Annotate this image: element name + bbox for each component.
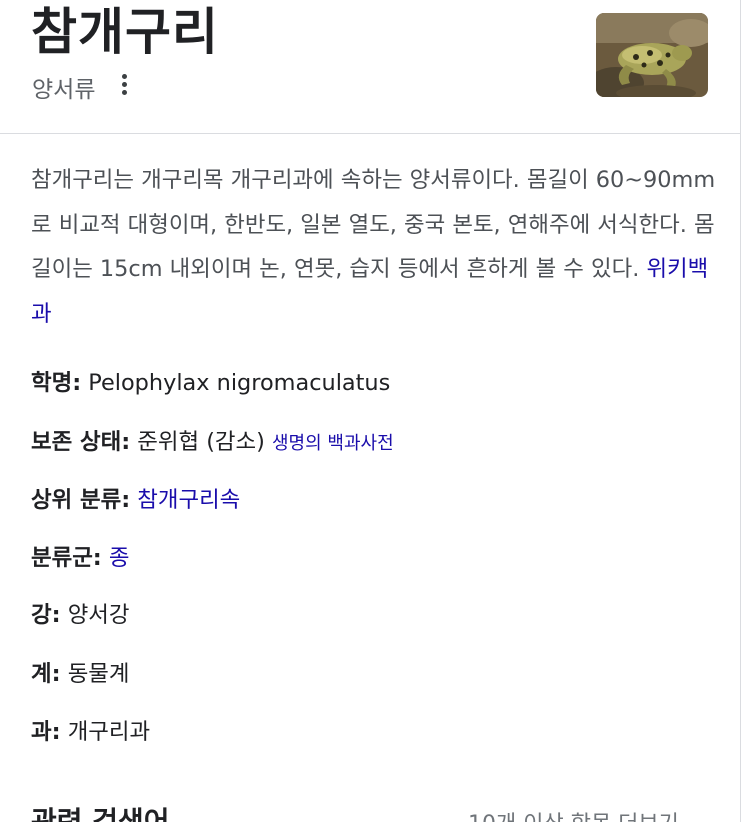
more-vert-icon-dot	[122, 82, 127, 87]
entity-description: 참개구리는 개구리목 개구리과에 속하는 양서류이다. 몸길이 60~90mm로…	[31, 158, 721, 336]
frog-image	[596, 13, 708, 97]
conservation-source-link[interactable]: 생명의 백과사전	[272, 433, 394, 454]
fact-value: 동물계	[67, 661, 130, 687]
fact-conservation-status: 보존 상태: 준위협 (감소) 생명의 백과사전	[31, 427, 394, 459]
parent-taxon-link[interactable]: 참개구리속	[137, 487, 240, 513]
fact-label: 과:	[31, 719, 61, 745]
description-text: 참개구리는 개구리목 개구리과에 속하는 양서류이다. 몸길이 60~90mm로…	[31, 167, 716, 282]
fact-taxon-rank: 분류군: 종	[31, 543, 130, 573]
fact-label: 보존 상태:	[31, 429, 131, 455]
fact-value: 준위협 (감소)	[137, 429, 265, 455]
fact-value: 양서강	[67, 602, 130, 628]
frog-thumbnail-image[interactable]	[596, 13, 708, 97]
fact-label: 계:	[31, 661, 61, 687]
more-vert-icon	[122, 74, 127, 79]
entity-title: 참개구리	[31, 3, 219, 61]
fact-label: 분류군:	[31, 545, 102, 571]
panel-header: 참개구리 양서류	[0, 0, 740, 134]
fact-kingdom: 계: 동물계	[31, 659, 130, 689]
knowledge-panel: 참개구리 양서류 참개구리는 개구리목 개구리과에 속하는 양서류이다. 몸길이…	[0, 0, 741, 822]
taxon-rank-link[interactable]: 종	[109, 545, 130, 571]
fact-value: Pelophylax nigromaculatus	[88, 370, 391, 396]
fact-scientific-name: 학명: Pelophylax nigromaculatus	[31, 368, 390, 398]
fact-parent-taxon: 상위 분류: 참개구리속	[31, 485, 240, 515]
fact-family: 과: 개구리과	[31, 717, 150, 747]
more-vert-icon-dot	[122, 90, 127, 95]
fact-value: 개구리과	[67, 719, 151, 745]
related-more-link[interactable]: 10개 이상 항목 더보기	[468, 806, 679, 822]
fact-class: 강: 양서강	[31, 600, 130, 630]
related-searches-heading: 관련 검색어	[31, 805, 170, 822]
entity-subtitle: 양서류	[32, 77, 96, 103]
fact-label: 강:	[31, 602, 61, 628]
fact-label: 상위 분류:	[31, 487, 131, 513]
more-options-button[interactable]	[112, 70, 136, 100]
fact-label: 학명:	[31, 370, 82, 396]
